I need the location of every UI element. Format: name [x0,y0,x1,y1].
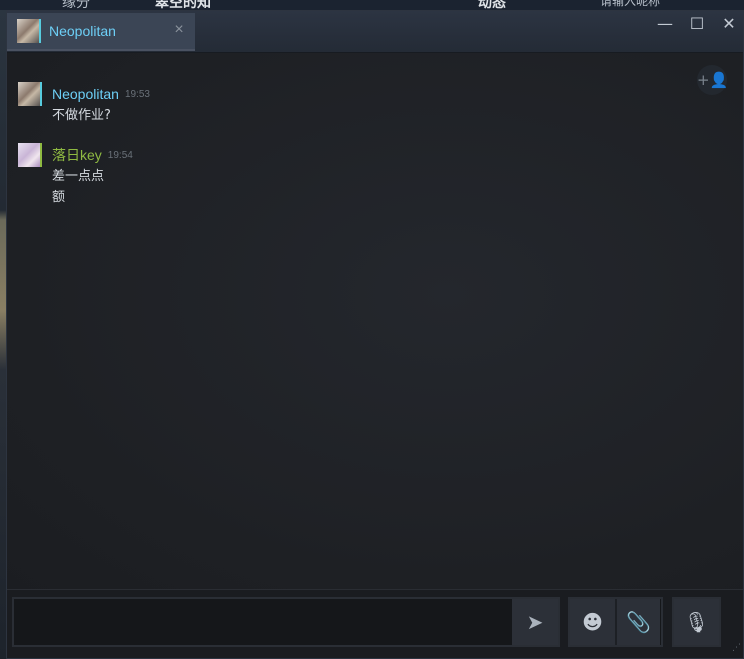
maximize-button[interactable]: ☐ [683,13,711,35]
background-text: 动态 [478,0,506,10]
tab-close-icon[interactable]: × [171,22,187,38]
sender-avatar[interactable] [18,82,42,106]
message-group: Neopolitan 19:53 不做作业? [18,82,150,126]
sender-avatar[interactable] [18,143,42,167]
background-text: 请输入昵称 [600,0,661,8]
attach-icon[interactable]: 📎 [615,599,660,645]
microphone-icon[interactable]: 🎙 [674,599,719,645]
background-text: 翠空的知 [155,0,211,10]
sender-name[interactable]: Neopolitan [52,86,119,102]
tab-name: Neopolitan [49,23,116,39]
message-time: 19:53 [124,88,150,100]
message-input-wrapper: ➤ [12,597,560,647]
emoji-icon[interactable]: ☻ [570,599,615,645]
message-text: 不做作业? [52,108,111,123]
background-app-strip: 缘分 翠空的知 动态 请输入昵称 [0,0,744,10]
resize-grip-icon[interactable]: ⋰ [729,643,741,656]
background-text: 缘分 [62,0,90,10]
message-input[interactable] [14,599,510,645]
sender-name[interactable]: 落日key [52,145,102,165]
chat-tab[interactable]: Neopolitan × [7,13,195,51]
add-friend-icon[interactable]: +👤 [697,65,728,95]
message-group: 落日key 19:54 差一点点 额 [18,143,133,208]
chat-window: Neopolitan × — ☐ ✕ +👤 Neopolitan 19:53 不… [6,10,744,659]
input-bar: ➤ ☻ 📎 🎙 ⋰ [7,589,743,658]
chat-log: +👤 Neopolitan 19:53 不做作业? 落日key 19:54 差一… [7,53,743,589]
message-header: Neopolitan 19:53 [18,82,150,106]
message-header: 落日key 19:54 [18,143,133,167]
minimize-button[interactable]: — [651,13,679,35]
message-text: 差一点点 [52,169,105,184]
tab-avatar [17,19,41,43]
title-bar: Neopolitan × — ☐ ✕ [7,11,743,53]
media-button-group: ☻ 📎 [568,597,663,647]
message-time: 19:54 [107,149,133,161]
voice-button-group: 🎙 [672,597,721,647]
message-text: 额 [52,190,66,205]
close-window-button[interactable]: ✕ [715,13,743,35]
send-button[interactable]: ➤ [512,599,558,645]
